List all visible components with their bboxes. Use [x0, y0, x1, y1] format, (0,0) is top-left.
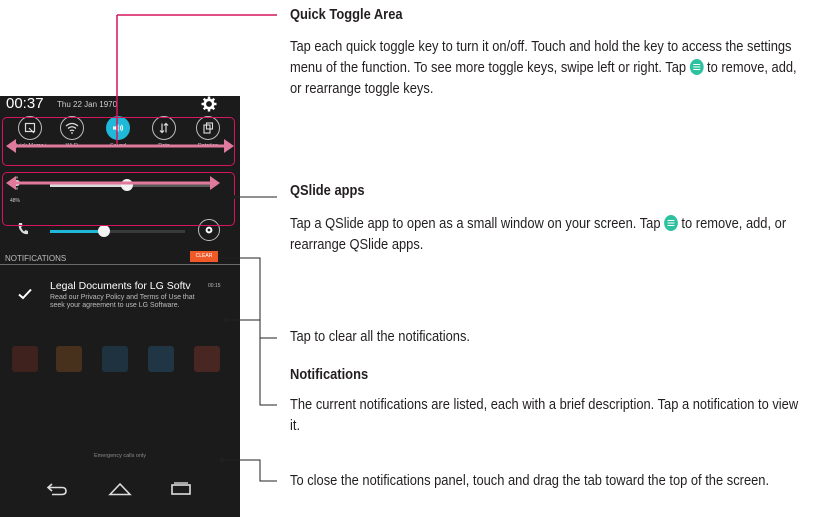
emergency-calls-text: Emergency calls only	[94, 453, 146, 459]
qslide-highlight	[2, 172, 235, 226]
qslide-description: Tap a QSlide app to open as a small wind…	[290, 213, 806, 255]
edit-toggles-icon	[689, 59, 704, 75]
notification-item[interactable]: Legal Documents for LG Softv 00:15 Read …	[0, 272, 240, 332]
faded-app-icon	[56, 346, 82, 372]
clear-description: Tap to clear all the notifications.	[290, 328, 470, 345]
back-icon[interactable]	[46, 482, 68, 496]
notifications-heading: Notifications	[290, 366, 369, 383]
navigation-bar	[0, 474, 240, 514]
desc-text: Tap a QSlide app to open as a small wind…	[290, 215, 661, 232]
check-icon	[18, 288, 32, 300]
close-panel-description: To close the notifications panel, touch …	[290, 472, 770, 489]
faded-home-apps	[10, 346, 230, 386]
edit-qslide-icon	[664, 215, 678, 231]
volume-knob[interactable]	[98, 225, 110, 237]
notifications-title: NOTIFICATIONS	[5, 254, 67, 263]
volume-fill	[50, 230, 104, 233]
notification-time: 00:15	[208, 283, 221, 289]
notification-description: Read our Privacy Policy and Terms of Use…	[50, 294, 195, 309]
faded-app-icon	[12, 346, 38, 372]
faded-app-icon	[148, 346, 174, 372]
home-icon[interactable]	[108, 482, 132, 496]
quick-toggle-highlight	[2, 117, 235, 166]
clear-button[interactable]: CLEAR	[190, 251, 218, 262]
status-clock: 00:37	[6, 96, 44, 112]
notifications-header: NOTIFICATIONS CLEAR	[0, 248, 240, 265]
status-bar: 00:37 Thu 22 Jan 1970	[0, 96, 240, 114]
quick-toggle-description: Tap each quick toggle key to turn it on/…	[290, 36, 806, 99]
qslide-heading: QSlide apps	[290, 182, 365, 199]
quick-toggle-heading: Quick Toggle Area	[290, 6, 403, 23]
faded-app-icon	[194, 346, 220, 372]
settings-gear-icon[interactable]	[201, 96, 217, 112]
notifications-description: The current notifications are listed, ea…	[290, 396, 799, 434]
gear-icon	[205, 226, 213, 234]
status-date: Thu 22 Jan 1970	[57, 100, 118, 109]
volume-slider[interactable]	[50, 225, 185, 237]
recent-apps-icon[interactable]	[170, 482, 192, 496]
notification-title: Legal Documents for LG Softv	[50, 280, 191, 292]
faded-app-icon	[102, 346, 128, 372]
